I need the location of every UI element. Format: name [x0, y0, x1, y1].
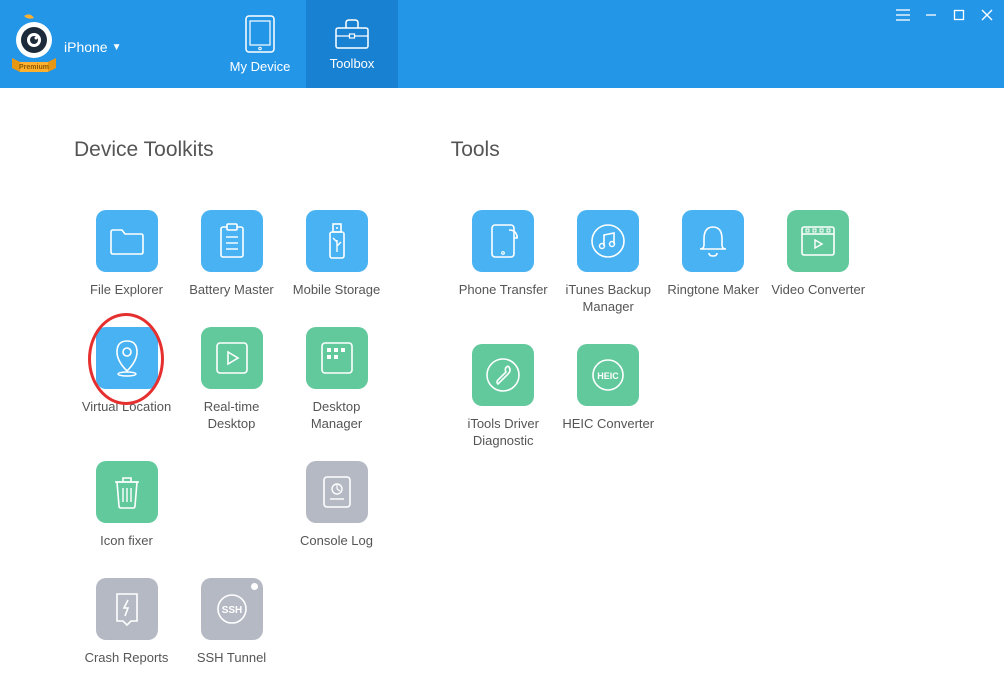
- close-button[interactable]: [978, 6, 996, 24]
- tab-label: My Device: [230, 59, 291, 74]
- app-logo: Premium: [10, 12, 58, 76]
- tool-battery-master[interactable]: Battery Master: [179, 210, 284, 299]
- usb-icon: [306, 210, 368, 272]
- section-title: Tools: [451, 138, 944, 162]
- clipboard-icon: [201, 210, 263, 272]
- tool-crash-reports[interactable]: Crash Reports: [74, 578, 179, 667]
- tab-label: Toolbox: [330, 56, 375, 71]
- section-title: Device Toolkits: [74, 138, 411, 162]
- tool-label: Virtual Location: [82, 399, 171, 416]
- wrench-icon: [472, 344, 534, 406]
- device-toolkits-section: Device Toolkits File Explorer Battery Ma…: [74, 138, 411, 694]
- tool-icon-fixer[interactable]: Icon fixer: [74, 461, 179, 550]
- tool-label: Video Converter: [771, 282, 865, 299]
- transfer-icon: [472, 210, 534, 272]
- tool-realtime-desktop[interactable]: Real-time Desktop: [179, 327, 284, 433]
- tool-desktop-manager[interactable]: Desktop Manager: [284, 327, 389, 433]
- play-icon: [201, 327, 263, 389]
- notification-dot-icon: [251, 583, 258, 590]
- tool-itunes-backup[interactable]: iTunes Backup Manager: [556, 210, 661, 316]
- log-icon: [306, 461, 368, 523]
- tools-grid: Phone Transfer iTunes Backup Manager Rin…: [451, 210, 944, 478]
- tool-video-converter[interactable]: Video Converter: [766, 210, 871, 316]
- minimize-button[interactable]: [922, 6, 940, 24]
- tool-label: Battery Master: [189, 282, 274, 299]
- tool-label: Crash Reports: [85, 650, 169, 667]
- tool-virtual-location[interactable]: Virtual Location: [74, 327, 179, 433]
- tool-label: Real-time Desktop: [182, 399, 282, 433]
- tool-label: Mobile Storage: [293, 282, 380, 299]
- tool-ringtone-maker[interactable]: Ringtone Maker: [661, 210, 766, 316]
- video-icon: [787, 210, 849, 272]
- tool-label: Console Log: [300, 533, 373, 550]
- tool-phone-transfer[interactable]: Phone Transfer: [451, 210, 556, 316]
- tool-heic-converter[interactable]: HEIC HEIC Converter: [556, 344, 661, 450]
- device-selector[interactable]: iPhone ▼: [64, 39, 122, 55]
- crash-icon: [96, 578, 158, 640]
- toolbox-icon: [334, 18, 370, 50]
- location-pin-icon: [96, 327, 158, 389]
- tool-file-explorer[interactable]: File Explorer: [74, 210, 179, 299]
- svg-text:HEIC: HEIC: [597, 371, 619, 381]
- tool-label: File Explorer: [90, 282, 163, 299]
- trash-icon: [96, 461, 158, 523]
- header-tabs: My Device Toolbox: [214, 0, 398, 88]
- tool-label: Icon fixer: [100, 533, 153, 550]
- bell-icon: [682, 210, 744, 272]
- device-label: iPhone: [64, 39, 108, 55]
- tool-label: Ringtone Maker: [667, 282, 759, 299]
- maximize-button[interactable]: [950, 6, 968, 24]
- menu-icon[interactable]: [894, 6, 912, 24]
- grid-icon: [306, 327, 368, 389]
- folder-icon: [96, 210, 158, 272]
- tool-label: Phone Transfer: [459, 282, 548, 299]
- tool-label: Desktop Manager: [287, 399, 387, 433]
- tool-label: iTunes Backup Manager: [558, 282, 658, 316]
- tool-ssh-tunnel[interactable]: SSH SSH Tunnel: [179, 578, 284, 667]
- tool-label: SSH Tunnel: [197, 650, 266, 667]
- svg-text:Premium: Premium: [19, 64, 49, 71]
- tab-toolbox[interactable]: Toolbox: [306, 0, 398, 88]
- toolkits-grid: File Explorer Battery Master Mobile Stor…: [74, 210, 411, 694]
- window-controls: [894, 6, 996, 24]
- tablet-icon: [243, 15, 277, 53]
- ssh-icon: SSH: [201, 578, 263, 640]
- tool-label: HEIC Converter: [562, 416, 654, 433]
- chevron-down-icon: ▼: [112, 42, 122, 53]
- heic-icon: HEIC: [577, 344, 639, 406]
- tool-mobile-storage[interactable]: Mobile Storage: [284, 210, 389, 299]
- tool-driver-diagnostic[interactable]: iTools Driver Diagnostic: [451, 344, 556, 450]
- content-area: Device Toolkits File Explorer Battery Ma…: [0, 88, 1004, 694]
- tools-section: Tools Phone Transfer iTunes Backup Manag…: [451, 138, 944, 694]
- svg-text:SSH: SSH: [221, 605, 242, 616]
- music-note-icon: [577, 210, 639, 272]
- logo-area: Premium iPhone ▼: [0, 0, 214, 88]
- tool-label: iTools Driver Diagnostic: [453, 416, 553, 450]
- app-header: Premium iPhone ▼ My Device Toolbox: [0, 0, 1004, 88]
- tab-my-device[interactable]: My Device: [214, 0, 306, 88]
- tool-console-log[interactable]: Console Log: [284, 461, 389, 550]
